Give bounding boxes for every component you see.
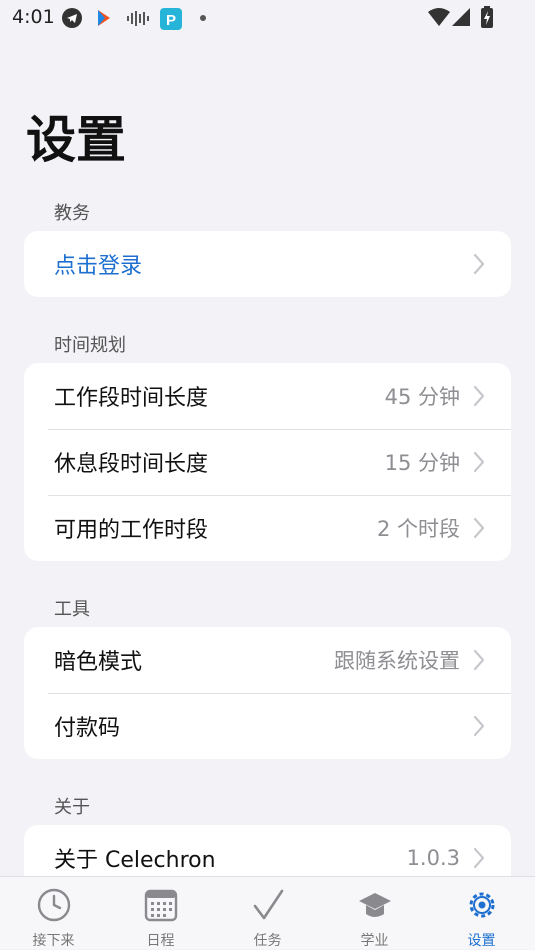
p-app-icon: P — [160, 8, 182, 30]
rest-length-value: 15 分钟 — [384, 451, 460, 475]
rest-length-row[interactable]: 休息段时间长度 15 分钟 — [24, 429, 511, 495]
tab-next-label: 接下来 — [32, 933, 75, 949]
payment-code-row[interactable]: 付款码 — [24, 693, 511, 759]
chevron-right-icon — [473, 451, 485, 473]
payment-code-label: 付款码 — [54, 716, 121, 741]
section-header-time-planning: 时间规划 — [54, 335, 126, 356]
audio-wave-icon — [127, 11, 149, 26]
telegram-icon — [62, 8, 82, 28]
work-periods-label: 可用的工作时段 — [54, 518, 209, 543]
chevron-right-icon — [473, 847, 485, 869]
work-length-row[interactable]: 工作段时间长度 45 分钟 — [24, 363, 511, 429]
calendar-icon — [144, 889, 178, 922]
graduation-cap-icon — [359, 893, 391, 917]
checkmark-icon — [253, 889, 284, 920]
work-length-label: 工作段时间长度 — [54, 386, 209, 411]
login-row[interactable]: 点击登录 — [24, 231, 511, 297]
signal-icon — [452, 8, 470, 26]
dot-icon — [200, 15, 206, 21]
chevron-right-icon — [473, 649, 485, 671]
about-app-version: 1.0.3 — [406, 846, 460, 870]
work-periods-row[interactable]: 可用的工作时段 2 个时段 — [24, 495, 511, 561]
clock-icon — [37, 888, 71, 922]
tab-next[interactable]: 接下来 — [0, 877, 107, 949]
work-periods-value: 2 个时段 — [376, 517, 460, 541]
work-length-value: 45 分钟 — [384, 385, 460, 409]
tab-academics[interactable]: 学业 — [321, 877, 428, 949]
dark-mode-value: 跟随系统设置 — [334, 649, 460, 673]
tab-tasks-label: 任务 — [253, 933, 282, 949]
login-label: 点击登录 — [54, 254, 143, 279]
battery-charging-icon — [481, 6, 493, 28]
tab-schedule[interactable]: 日程 — [107, 877, 214, 949]
chevron-right-icon — [473, 715, 485, 737]
tab-settings[interactable]: 设置 — [428, 877, 535, 949]
wifi-icon — [428, 8, 450, 26]
status-bar: 4:01 P — [0, 0, 535, 38]
tab-academics-label: 学业 — [360, 933, 389, 949]
dark-mode-label: 暗色模式 — [54, 650, 143, 675]
gear-icon — [469, 892, 495, 918]
status-time: 4:01 — [12, 6, 55, 28]
dark-mode-row[interactable]: 暗色模式 跟随系统设置 — [24, 627, 511, 693]
academic-card: 点击登录 — [24, 231, 511, 297]
chevron-right-icon — [473, 253, 485, 275]
play-store-icon — [98, 10, 110, 26]
page-title: 设置 — [26, 111, 126, 169]
tab-schedule-label: 日程 — [146, 933, 175, 949]
about-app-label: 关于 Celechron — [54, 848, 216, 873]
rest-length-label: 休息段时间长度 — [54, 452, 209, 477]
tools-card: 暗色模式 跟随系统设置 付款码 — [24, 627, 511, 759]
section-header-about: 关于 — [54, 797, 90, 818]
time-planning-card: 工作段时间长度 45 分钟 休息段时间长度 15 分钟 可用的工作时段 2 个时… — [24, 363, 511, 561]
svg-text:P: P — [166, 12, 176, 29]
section-header-tools: 工具 — [54, 599, 90, 620]
bottom-nav: 接下来 日程 任务 学业 设置 — [0, 876, 535, 949]
tab-tasks[interactable]: 任务 — [214, 877, 321, 949]
section-header-academic: 教务 — [54, 203, 90, 224]
tab-settings-label: 设置 — [467, 933, 496, 949]
chevron-right-icon — [473, 385, 485, 407]
chevron-right-icon — [473, 517, 485, 539]
